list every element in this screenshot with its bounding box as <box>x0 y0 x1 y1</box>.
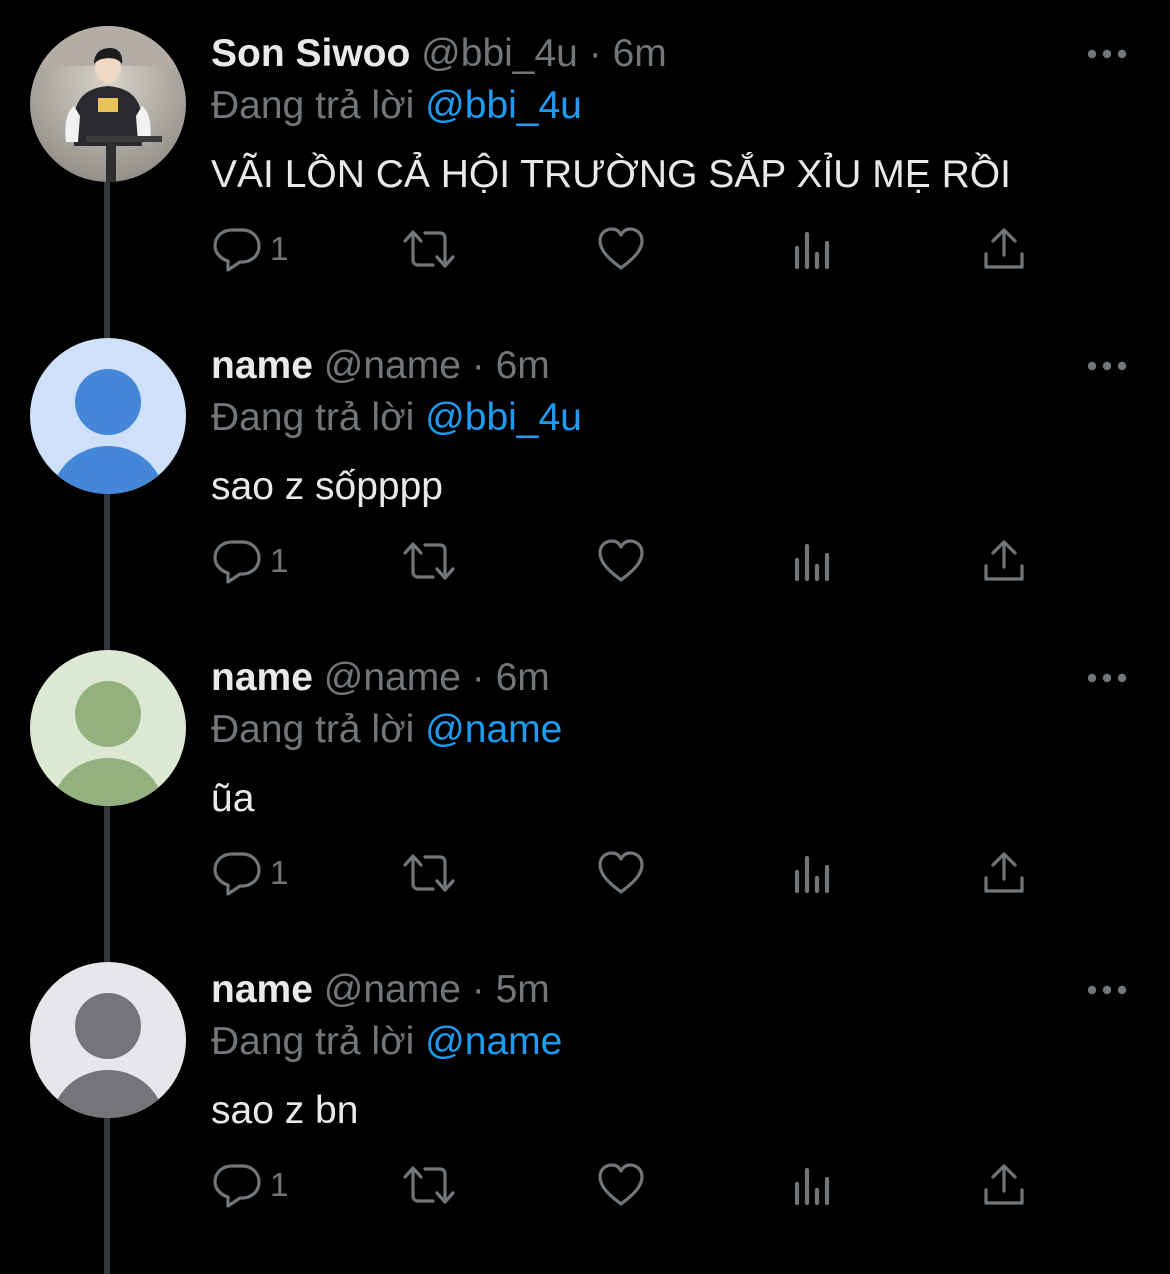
tweet-header: name @name · 5m <box>211 966 550 1014</box>
more-dots-icon[interactable] <box>1082 40 1132 68</box>
reply-button[interactable]: 1 <box>212 1162 288 1208</box>
tweet-actions: 1 <box>0 214 1170 284</box>
timestamp[interactable]: 5m <box>496 968 550 1011</box>
views-button[interactable] <box>791 850 835 896</box>
separator-dot: · <box>471 656 485 699</box>
tweet-text: VÃI LỒN CẢ HỘI TRƯỜNG SẮP XỈU MẸ RỒI <box>211 153 1011 196</box>
tweet-header: name @name · 6m <box>211 654 550 702</box>
retweet-arrows-icon <box>400 850 458 896</box>
reply-bubble-icon <box>212 538 262 584</box>
tweet-header: name @name · 6m <box>211 342 550 390</box>
timestamp[interactable]: 6m <box>496 656 550 699</box>
timestamp[interactable]: 6m <box>496 344 550 387</box>
views-button[interactable] <box>791 1162 835 1208</box>
avatar[interactable] <box>30 962 186 1118</box>
tweet-actions: 1 <box>0 1150 1170 1220</box>
username-handle[interactable]: @name <box>324 968 461 1011</box>
replying-to: Đang trả lời @bbi_4u <box>211 82 582 130</box>
views-button[interactable] <box>791 538 835 584</box>
like-button[interactable] <box>596 1162 646 1208</box>
reply-mention-link[interactable]: @bbi_4u <box>425 84 582 127</box>
tweet: name @name · 6m Đang trả lời @name ũa 1 <box>0 624 1170 962</box>
share-button[interactable] <box>980 538 1028 584</box>
separator-dot: · <box>588 32 602 75</box>
replying-to: Đang trả lời @name <box>211 1018 562 1066</box>
share-upload-icon <box>980 1162 1028 1208</box>
tweet: name @name · 5m Đang trả lời @name sao z b… <box>0 936 1170 1274</box>
tweet: name @name · 6m Đang trả lời @bbi_4u sao z… <box>0 312 1170 650</box>
like-button[interactable] <box>596 850 646 896</box>
heart-icon <box>596 1162 646 1208</box>
like-button[interactable] <box>596 226 646 272</box>
tweet-actions: 1 <box>0 838 1170 908</box>
views-bar-chart-icon <box>791 1162 835 1208</box>
views-button[interactable] <box>791 226 835 272</box>
separator-dot: · <box>471 968 485 1011</box>
reply-button[interactable]: 1 <box>212 226 288 272</box>
reply-count: 1 <box>270 542 289 579</box>
replying-to: Đang trả lời @bbi_4u <box>211 394 582 442</box>
views-bar-chart-icon <box>791 850 835 896</box>
avatar[interactable] <box>30 338 186 494</box>
more-dots-icon[interactable] <box>1082 976 1132 1004</box>
display-name[interactable]: Son Siwoo <box>211 32 410 75</box>
reply-bubble-icon <box>212 850 262 896</box>
reply-button[interactable]: 1 <box>212 850 288 896</box>
heart-icon <box>596 850 646 896</box>
avatar[interactable] <box>30 26 186 182</box>
share-button[interactable] <box>980 850 1028 896</box>
retweet-button[interactable] <box>400 226 458 272</box>
retweet-arrows-icon <box>400 1162 458 1208</box>
more-dots-icon[interactable] <box>1082 352 1132 380</box>
display-name[interactable]: name <box>211 656 313 699</box>
tweet-text: sao z bn <box>211 1089 359 1132</box>
replying-to: Đang trả lời @name <box>211 706 562 754</box>
reply-count: 1 <box>270 1166 289 1203</box>
avatar[interactable] <box>30 650 186 806</box>
tweet-actions: 1 <box>0 526 1170 596</box>
reply-count: 1 <box>270 854 289 891</box>
more-dots-icon[interactable] <box>1082 664 1132 692</box>
tweet: Son Siwoo @bbi_4u · 6m Đang trả lời @bbi_… <box>0 0 1170 338</box>
retweet-button[interactable] <box>400 1162 458 1208</box>
separator-dot: · <box>471 344 485 387</box>
reply-prefix-label: Đang trả lời <box>211 1020 415 1063</box>
tweet-text: sao z sốpppp <box>211 465 444 508</box>
reply-mention-link[interactable]: @name <box>425 1020 562 1063</box>
heart-icon <box>596 538 646 584</box>
display-name[interactable]: name <box>211 344 313 387</box>
tweet-text: ũa <box>211 777 255 820</box>
username-handle[interactable]: @name <box>324 656 461 699</box>
reply-count: 1 <box>270 230 289 267</box>
timestamp[interactable]: 6m <box>613 32 667 75</box>
share-button[interactable] <box>980 226 1028 272</box>
reply-prefix-label: Đang trả lời <box>211 708 415 751</box>
retweet-button[interactable] <box>400 538 458 584</box>
retweet-arrows-icon <box>400 538 458 584</box>
display-name[interactable]: name <box>211 968 313 1011</box>
username-handle[interactable]: @name <box>324 344 461 387</box>
heart-icon <box>596 226 646 272</box>
reply-prefix-label: Đang trả lời <box>211 396 415 439</box>
share-upload-icon <box>980 538 1028 584</box>
retweet-arrows-icon <box>400 226 458 272</box>
share-button[interactable] <box>980 1162 1028 1208</box>
tweet-thread: Son Siwoo @bbi_4u · 6m Đang trả lời @bbi_… <box>0 0 1170 1274</box>
retweet-button[interactable] <box>400 850 458 896</box>
share-upload-icon <box>980 850 1028 896</box>
views-bar-chart-icon <box>791 538 835 584</box>
username-handle[interactable]: @bbi_4u <box>421 32 578 75</box>
reply-mention-link[interactable]: @bbi_4u <box>425 396 582 439</box>
reply-mention-link[interactable]: @name <box>425 708 562 751</box>
reply-prefix-label: Đang trả lời <box>211 84 415 127</box>
reply-bubble-icon <box>212 1162 262 1208</box>
like-button[interactable] <box>596 538 646 584</box>
reply-button[interactable]: 1 <box>212 538 288 584</box>
share-upload-icon <box>980 226 1028 272</box>
views-bar-chart-icon <box>791 226 835 272</box>
tweet-header: Son Siwoo @bbi_4u · 6m <box>211 30 667 78</box>
reply-bubble-icon <box>212 226 262 272</box>
